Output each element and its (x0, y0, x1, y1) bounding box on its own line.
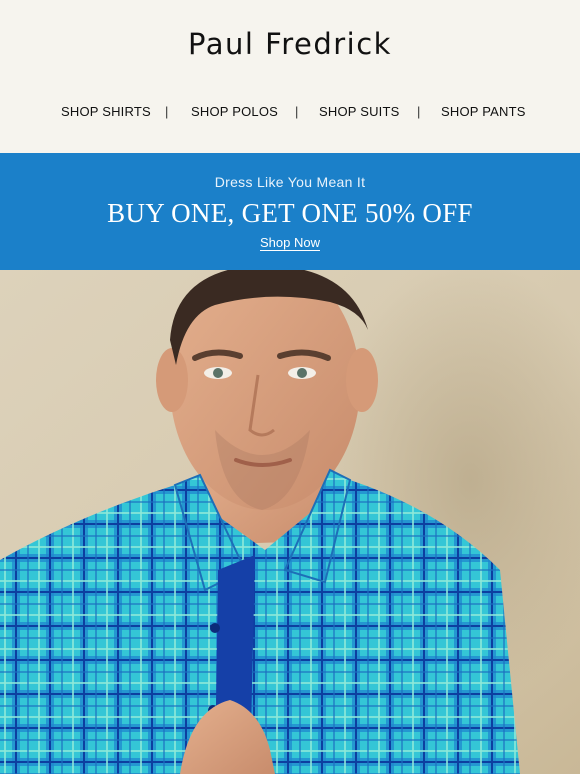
brand-logo[interactable]: Paul Fredrick (0, 27, 580, 61)
category-nav: SHOP SHIRTS | SHOP POLOS | SHOP SUITS | … (0, 104, 580, 124)
nav-separator: | (295, 104, 299, 119)
nav-shop-suits[interactable]: SHOP SUITS (319, 104, 400, 119)
email-header: Paul Fredrick SHOP SHIRTS | SHOP POLOS |… (0, 0, 580, 153)
promo-banner: Dress Like You Mean It BUY ONE, GET ONE … (0, 153, 580, 270)
hero-photo-illustration (0, 270, 580, 774)
nav-separator: | (165, 104, 169, 119)
nav-shop-shirts[interactable]: SHOP SHIRTS (61, 104, 151, 119)
nav-shop-polos[interactable]: SHOP POLOS (191, 104, 278, 119)
promo-headline: BUY ONE, GET ONE 50% OFF (107, 198, 473, 228)
shop-now-link-wrap: Shop Now (0, 234, 580, 252)
promo-eyebrow: Dress Like You Mean It (214, 174, 366, 190)
nav-shop-pants[interactable]: SHOP PANTS (441, 104, 526, 119)
hero-image[interactable] (0, 270, 580, 774)
shop-now-link[interactable]: Shop Now (260, 235, 320, 250)
nav-separator: | (417, 104, 421, 119)
